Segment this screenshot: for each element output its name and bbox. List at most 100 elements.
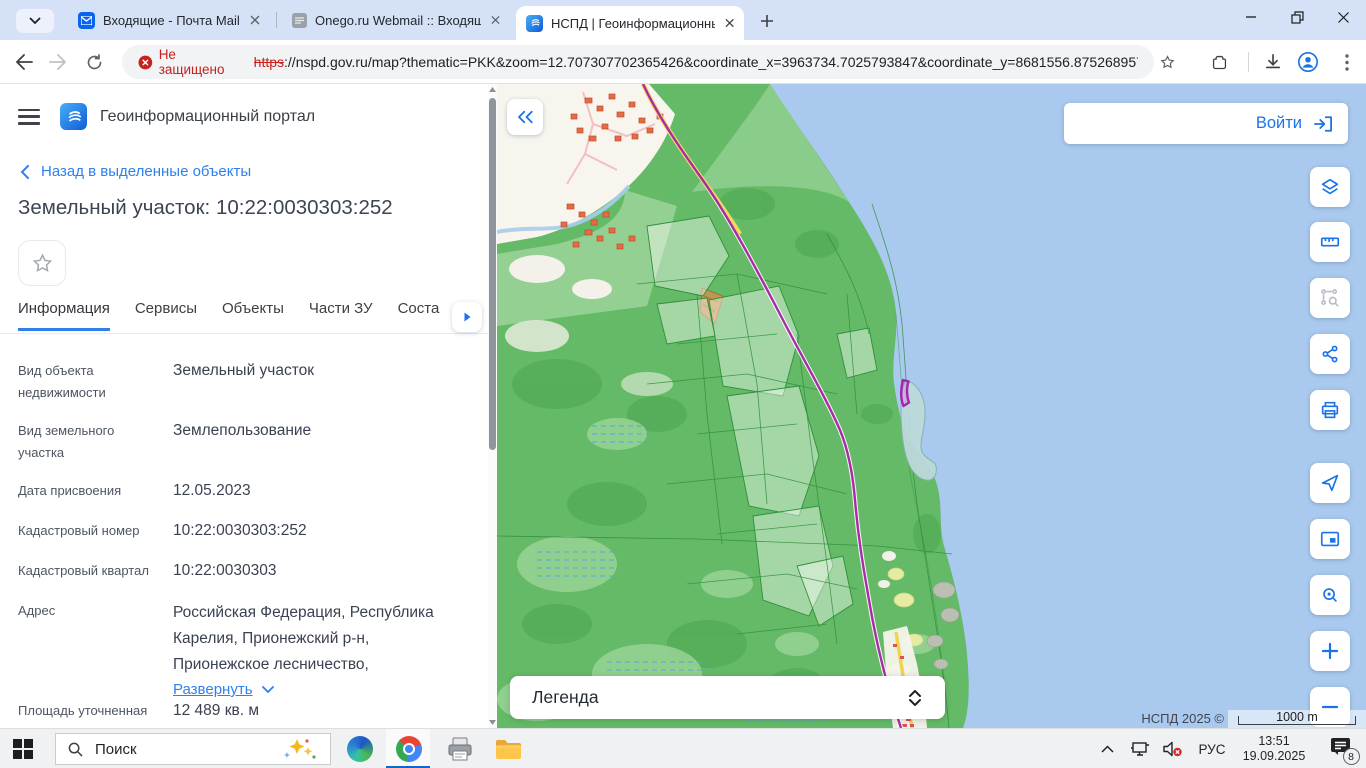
picture-in-picture-icon: [1319, 528, 1341, 550]
scrollbar-thumb[interactable]: [489, 98, 496, 450]
search-icon: [68, 742, 83, 757]
taskbar-search[interactable]: Поиск: [55, 733, 331, 765]
address-bar[interactable]: Не защищено https://nspd.gov.ru/map?them…: [122, 45, 1154, 79]
tab-title: Входящие - Почта Mail: [103, 13, 240, 28]
clock[interactable]: 13:51 19.09.2025: [1234, 734, 1314, 764]
tray-time: 13:51: [1243, 734, 1306, 749]
security-badge[interactable]: Не защищено: [138, 47, 244, 77]
file-explorer-icon[interactable]: [494, 735, 522, 763]
window-close-button[interactable]: [1320, 0, 1366, 34]
tab-information[interactable]: Информация: [18, 300, 110, 331]
login-button[interactable]: Войти: [1064, 103, 1348, 144]
tab-separator: [276, 12, 277, 28]
tab-nspd-active[interactable]: НСПД | Геоинформационный: [516, 6, 744, 40]
chevron-down-icon: [262, 686, 274, 694]
menu-button[interactable]: [18, 109, 40, 125]
screen: Входящие - Почта Mail Onego.ru Webmail :…: [0, 0, 1366, 768]
chevron-up-icon: [1101, 745, 1114, 753]
webmail-favicon: [292, 13, 307, 28]
tab-objects[interactable]: Объекты: [222, 300, 284, 331]
chevron-left-icon: [20, 165, 29, 179]
field-row: Вид объекта недвижимости Земельный участ…: [18, 360, 468, 404]
tab-title: Onego.ru Webmail :: Входящие: [315, 13, 481, 28]
tabs-scroll-right-button[interactable]: [452, 302, 482, 332]
download-button[interactable]: [1260, 49, 1286, 75]
mail-favicon: [78, 12, 95, 29]
printer-icon: [1319, 399, 1341, 421]
panel-scrollbar[interactable]: [488, 84, 497, 728]
locate-button[interactable]: [1310, 463, 1350, 503]
scroll-down-icon: [489, 720, 496, 725]
favorite-button[interactable]: [18, 240, 66, 286]
tab-parcel-parts[interactable]: Части ЗУ: [309, 300, 373, 331]
extension-icon[interactable]: [1206, 49, 1232, 75]
double-chevron-left-icon: [516, 109, 534, 125]
system-tray: РУС 13:51 19.09.2025 8: [1090, 729, 1366, 768]
close-icon[interactable]: [491, 15, 500, 25]
forward-button[interactable]: [44, 48, 72, 76]
field-row: Вид земельного участка Землепользование: [18, 420, 468, 464]
collapse-panel-button[interactable]: [507, 99, 543, 135]
start-button[interactable]: [13, 739, 33, 759]
tab-webmail[interactable]: Onego.ru Webmail :: Входящие: [282, 0, 510, 40]
window-minimize-button[interactable]: [1228, 0, 1274, 34]
url-rest: ://nspd.gov.ru/map?thematic=PKK&zoom=12.…: [284, 54, 1138, 70]
scale-bar: 1000 m: [1228, 710, 1366, 728]
profile-button[interactable]: [1295, 49, 1321, 75]
chrome-icon: [395, 735, 423, 763]
ruler-button[interactable]: [1310, 222, 1350, 262]
expand-collapse-icon: [907, 688, 923, 708]
back-button[interactable]: [10, 48, 38, 76]
overview-map-button[interactable]: [1310, 519, 1350, 559]
download-icon: [1264, 53, 1282, 71]
attributes-list: Вид объекта недвижимости Земельный участ…: [18, 360, 468, 722]
field-row: Кадастровый квартал 10:22:0030303: [18, 560, 468, 582]
profile-icon: [1297, 51, 1319, 73]
back-link[interactable]: Назад в выделенные объекты: [20, 163, 251, 180]
tab-composition[interactable]: Соста: [398, 300, 440, 331]
tab-mail[interactable]: Входящие - Почта Mail: [68, 0, 272, 40]
reload-button[interactable]: [80, 48, 108, 76]
bookmark-star-button[interactable]: [1154, 49, 1180, 75]
notification-center-button[interactable]: 8: [1314, 737, 1366, 761]
network-icon[interactable]: [1124, 742, 1156, 757]
tab-search-button[interactable]: [16, 9, 54, 33]
field-row-address: Адрес Российская Федерация, Республика К…: [18, 600, 468, 698]
map-attribution: НСПД 2025 ©: [1141, 711, 1224, 726]
window-restore-button[interactable]: [1274, 0, 1320, 34]
not-secure-icon: [138, 55, 153, 70]
map-canvas[interactable]: [497, 84, 1366, 728]
edge-icon[interactable]: [346, 735, 374, 763]
close-icon[interactable]: [725, 18, 734, 28]
info-panel: Геоинформационный портал Назад в выделен…: [0, 84, 497, 728]
search-on-map-button[interactable]: [1310, 575, 1350, 615]
language-indicator[interactable]: РУС: [1190, 742, 1234, 757]
login-icon: [1312, 115, 1334, 133]
zoom-in-button[interactable]: [1310, 631, 1350, 671]
tray-expand-button[interactable]: [1090, 745, 1124, 753]
selected-parcel-outline[interactable]: [901, 380, 909, 406]
new-tab-button[interactable]: [752, 8, 782, 34]
area-search-button[interactable]: [1310, 278, 1350, 318]
print-button[interactable]: [1310, 390, 1350, 430]
volume-muted-icon[interactable]: [1156, 741, 1190, 757]
plus-icon: [760, 14, 774, 28]
scroll-up-icon: [489, 87, 496, 92]
navigation-arrow-icon: [1319, 472, 1341, 494]
chrome-taskbar-item[interactable]: [386, 729, 430, 768]
expand-address-link[interactable]: Развернуть: [173, 681, 468, 698]
browser-toolbar: Не защищено https://nspd.gov.ru/map?them…: [0, 40, 1366, 84]
share-button[interactable]: [1310, 334, 1350, 374]
legend-bar[interactable]: Легенда: [510, 676, 945, 719]
tab-services[interactable]: Сервисы: [135, 300, 197, 331]
browser-menu-button[interactable]: [1334, 49, 1360, 75]
kebab-menu-icon: [1345, 54, 1349, 71]
map-search-icon: [1319, 584, 1341, 606]
map-container: Войти: [497, 84, 1366, 728]
arrow-left-icon: [15, 54, 33, 70]
reload-icon: [86, 54, 103, 71]
layers-button[interactable]: [1310, 167, 1350, 207]
close-icon[interactable]: [250, 15, 260, 25]
printer-app-icon[interactable]: [446, 735, 474, 763]
chevron-down-icon: [29, 17, 41, 25]
